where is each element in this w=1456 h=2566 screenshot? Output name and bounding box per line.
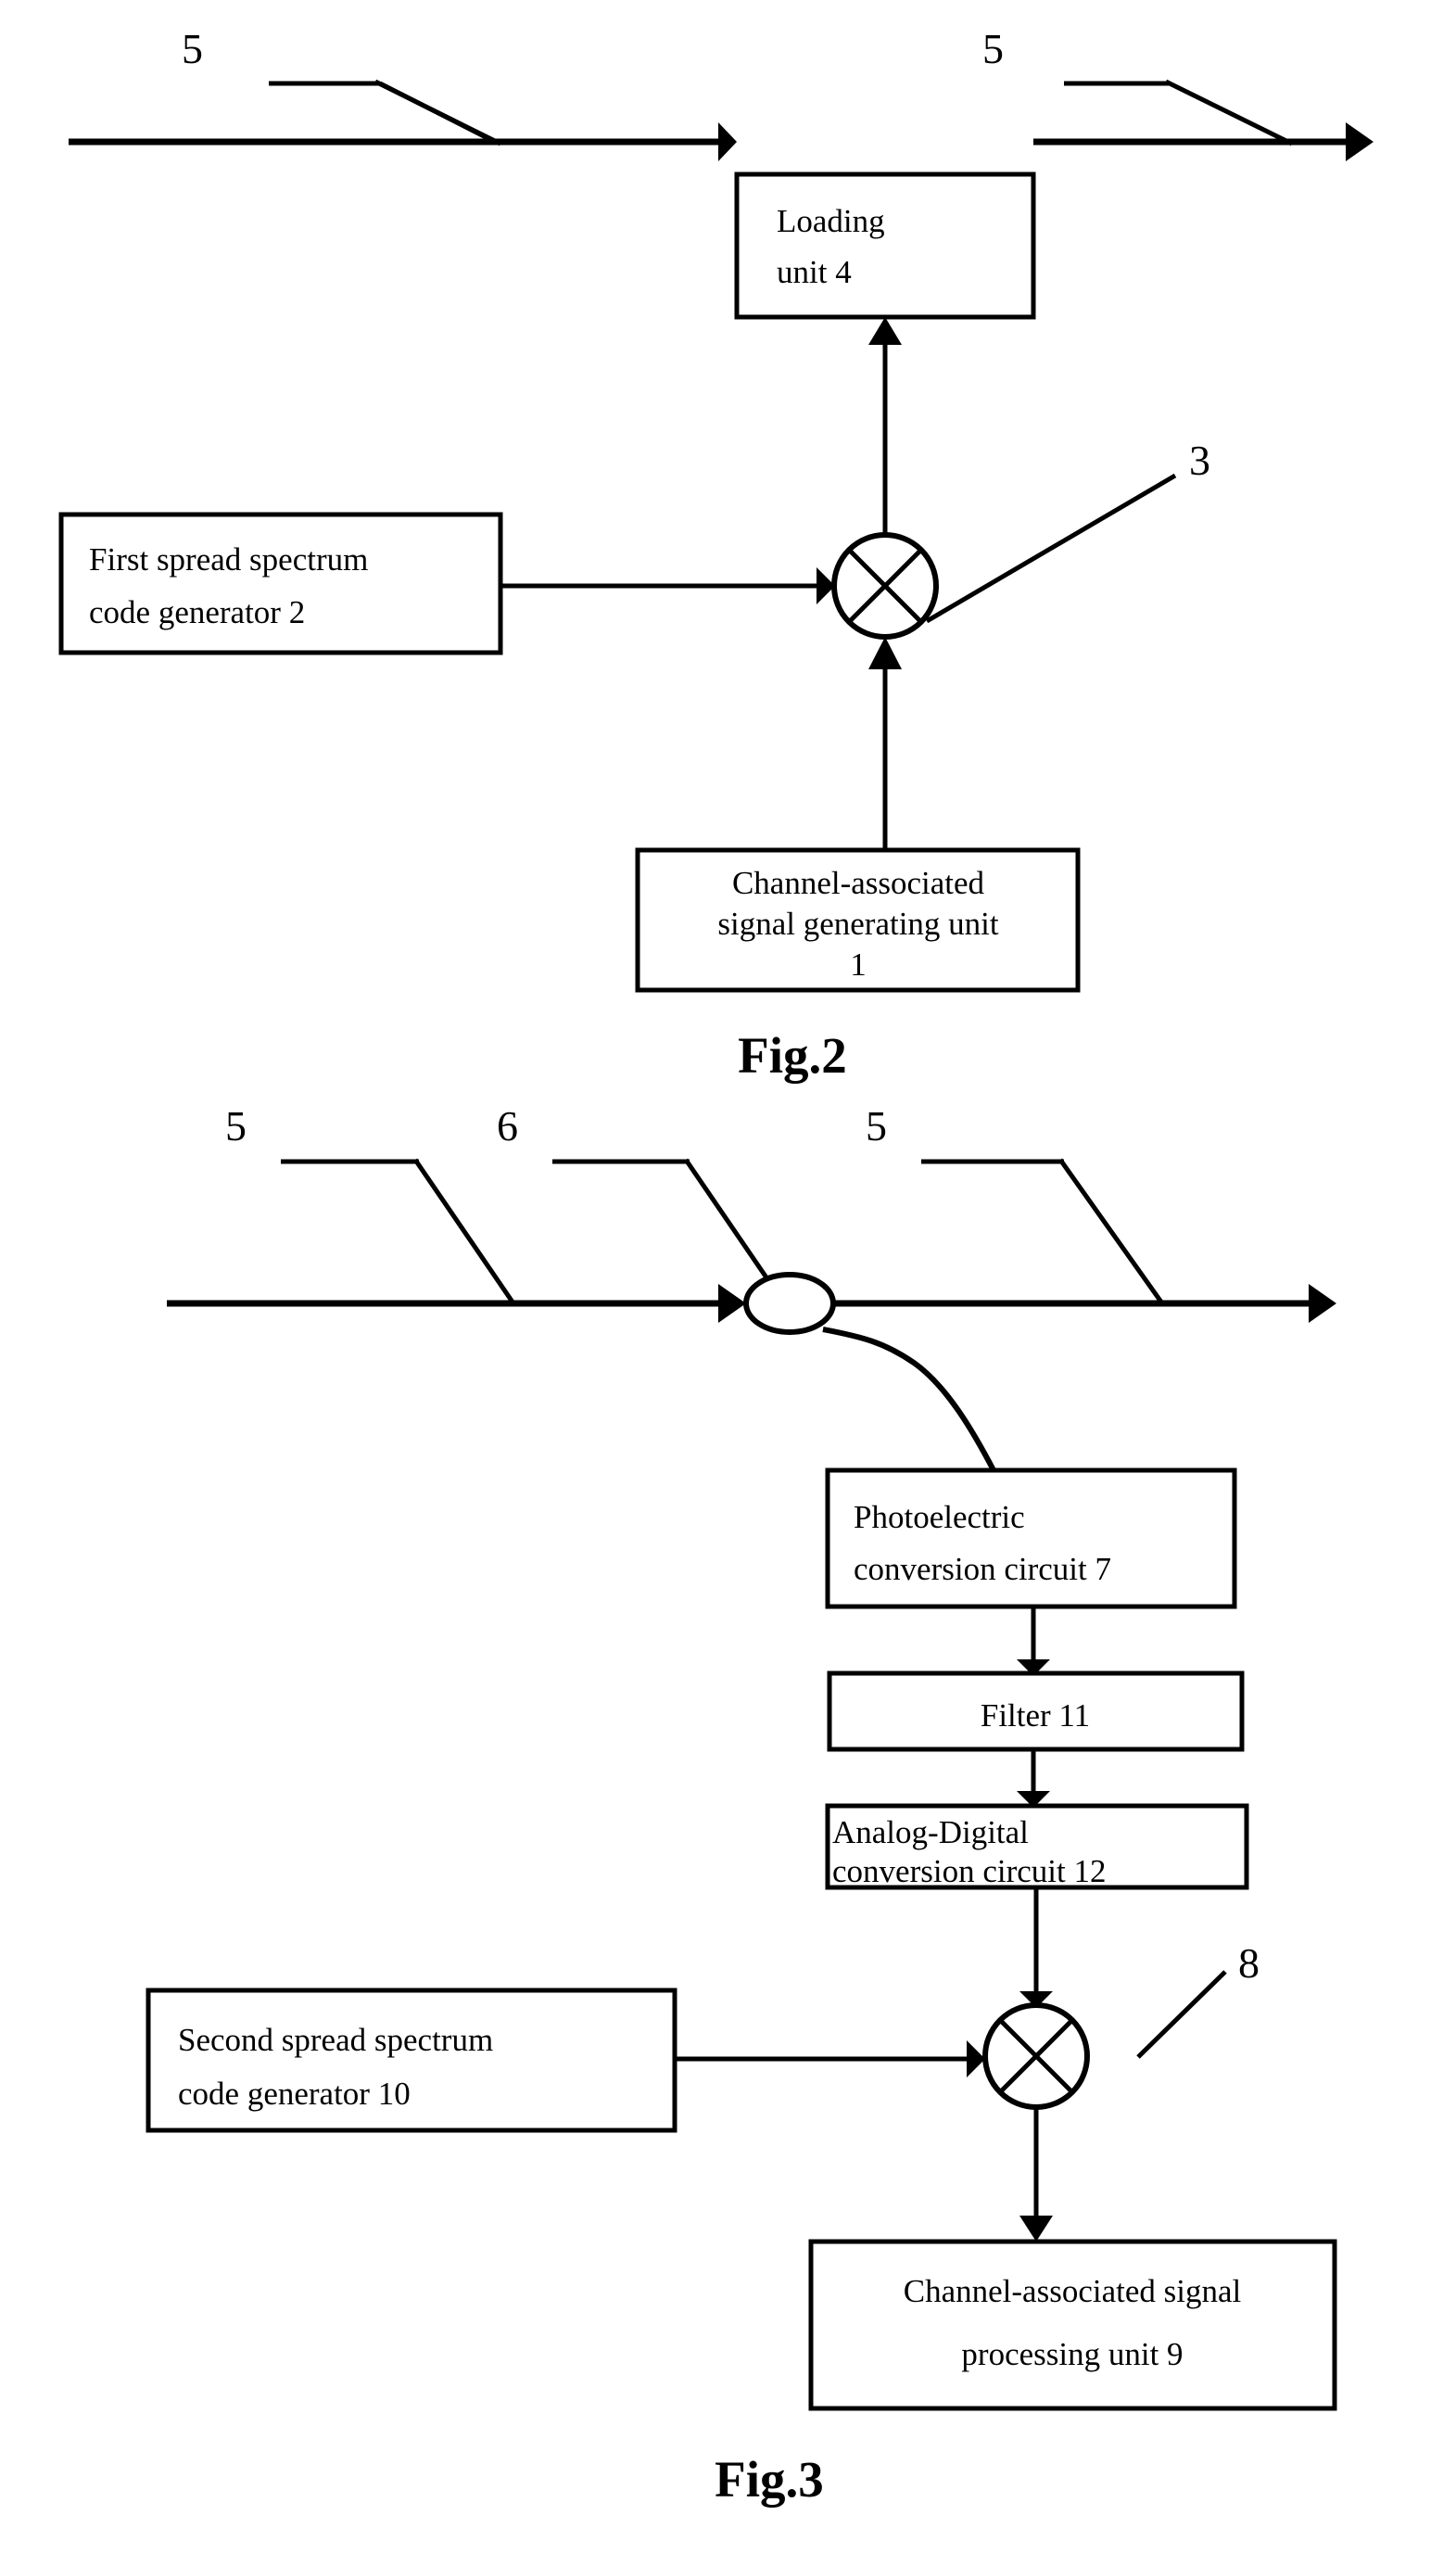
leader-slant: [1164, 79, 1294, 146]
second-gen-label-line1: Second spread spectrum: [178, 2022, 493, 2058]
ref-number-5-right-fig2: 5: [982, 25, 1004, 72]
optical-coupler-ellipse[interactable]: [743, 1272, 836, 1335]
photoelectric-label-line1: Photoelectric: [854, 1499, 1025, 1535]
second-gen-label-line2: code generator 10: [178, 2076, 411, 2112]
patent-figure-sheet: 5 5 Loading unit 4 3 First spread spectr…: [0, 0, 1456, 2566]
ref-number-5-left-fig3: 5: [225, 1102, 247, 1150]
cas-proc-label-line1: Channel-associated signal: [904, 2273, 1242, 2309]
mixer-3-symbol[interactable]: [831, 532, 939, 640]
arrow-mixer-to-processing: [1019, 2216, 1053, 2242]
leader-6-middle-fig3: [552, 1158, 787, 1305]
arrow-into-coupler: [718, 1284, 746, 1323]
leader-slant: [1057, 1158, 1165, 1305]
loading-unit-box[interactable]: [734, 171, 1036, 320]
cas-proc-label-line2: processing unit 9: [961, 2336, 1183, 2372]
arrow-cas-gen-to-mixer: [868, 637, 902, 669]
leader-slant: [412, 1158, 516, 1305]
leader-line-3-fig2: [925, 473, 1177, 624]
first-gen-label-line2: code generator 2: [89, 594, 305, 630]
figure-3-caption: Fig.3: [715, 2451, 824, 2508]
leader-line-8-fig3: [1136, 1970, 1227, 2059]
ref-number-5-left-fig2: 5: [182, 25, 203, 72]
arrow-second-gen-to-mixer: [967, 2040, 985, 2077]
adc-label-line1: Analog-Digital: [832, 1814, 1029, 1850]
arrow-into-loading-unit: [718, 122, 737, 161]
first-gen-label-line1: First spread spectrum: [89, 541, 368, 578]
first-spread-spectrum-code-generator-box[interactable]: [58, 512, 503, 655]
figure-2-group: 5 5 Loading unit 4 3 First spread spectr…: [58, 25, 1374, 1084]
ref-number-5-right-fig3: 5: [866, 1102, 887, 1150]
leader-slant: [373, 79, 502, 146]
leader-5-left-fig3: [281, 1158, 516, 1305]
loading-unit-label-line2: unit 4: [777, 254, 852, 290]
figure-canvas: 5 5 Loading unit 4 3 First spread spectr…: [58, 25, 1374, 2508]
cas-gen-label-line2: signal generating unit: [717, 906, 999, 942]
adc-label-line2: conversion circuit 12: [832, 1853, 1106, 1889]
photoelectric-label-line2: conversion circuit 7: [854, 1551, 1111, 1587]
arrow-first-gen-to-mixer: [817, 567, 835, 604]
coupler-tap-curve: [822, 1327, 996, 1472]
leader-5-left-fig2: [269, 79, 502, 146]
channel-associated-signal-processing-unit-box[interactable]: [808, 2239, 1337, 2411]
cas-gen-label-line1: Channel-associated: [732, 865, 985, 901]
figure-3-group: 5 6 5 Photoelectric conversion circuit 7…: [146, 1102, 1337, 2508]
arrow-mixer-to-loading: [868, 317, 902, 345]
mixer-8-symbol[interactable]: [982, 2002, 1090, 2110]
filter-label: Filter 11: [981, 1697, 1090, 1734]
loading-unit-label-line1: Loading: [777, 203, 885, 239]
cas-gen-label-line3: 1: [850, 946, 867, 983]
arrow-output-fig2: [1346, 122, 1374, 161]
ref-number-3-fig2: 3: [1189, 437, 1210, 484]
ref-number-8-fig3: 8: [1238, 1939, 1260, 1987]
leader-5-right-fig3: [921, 1158, 1165, 1305]
arrow-output-fig3: [1309, 1284, 1336, 1323]
leader-5-right-fig2: [1064, 79, 1294, 146]
ref-number-6-middle-fig3: 6: [497, 1102, 518, 1150]
figure-2-caption: Fig.2: [738, 1027, 847, 1084]
